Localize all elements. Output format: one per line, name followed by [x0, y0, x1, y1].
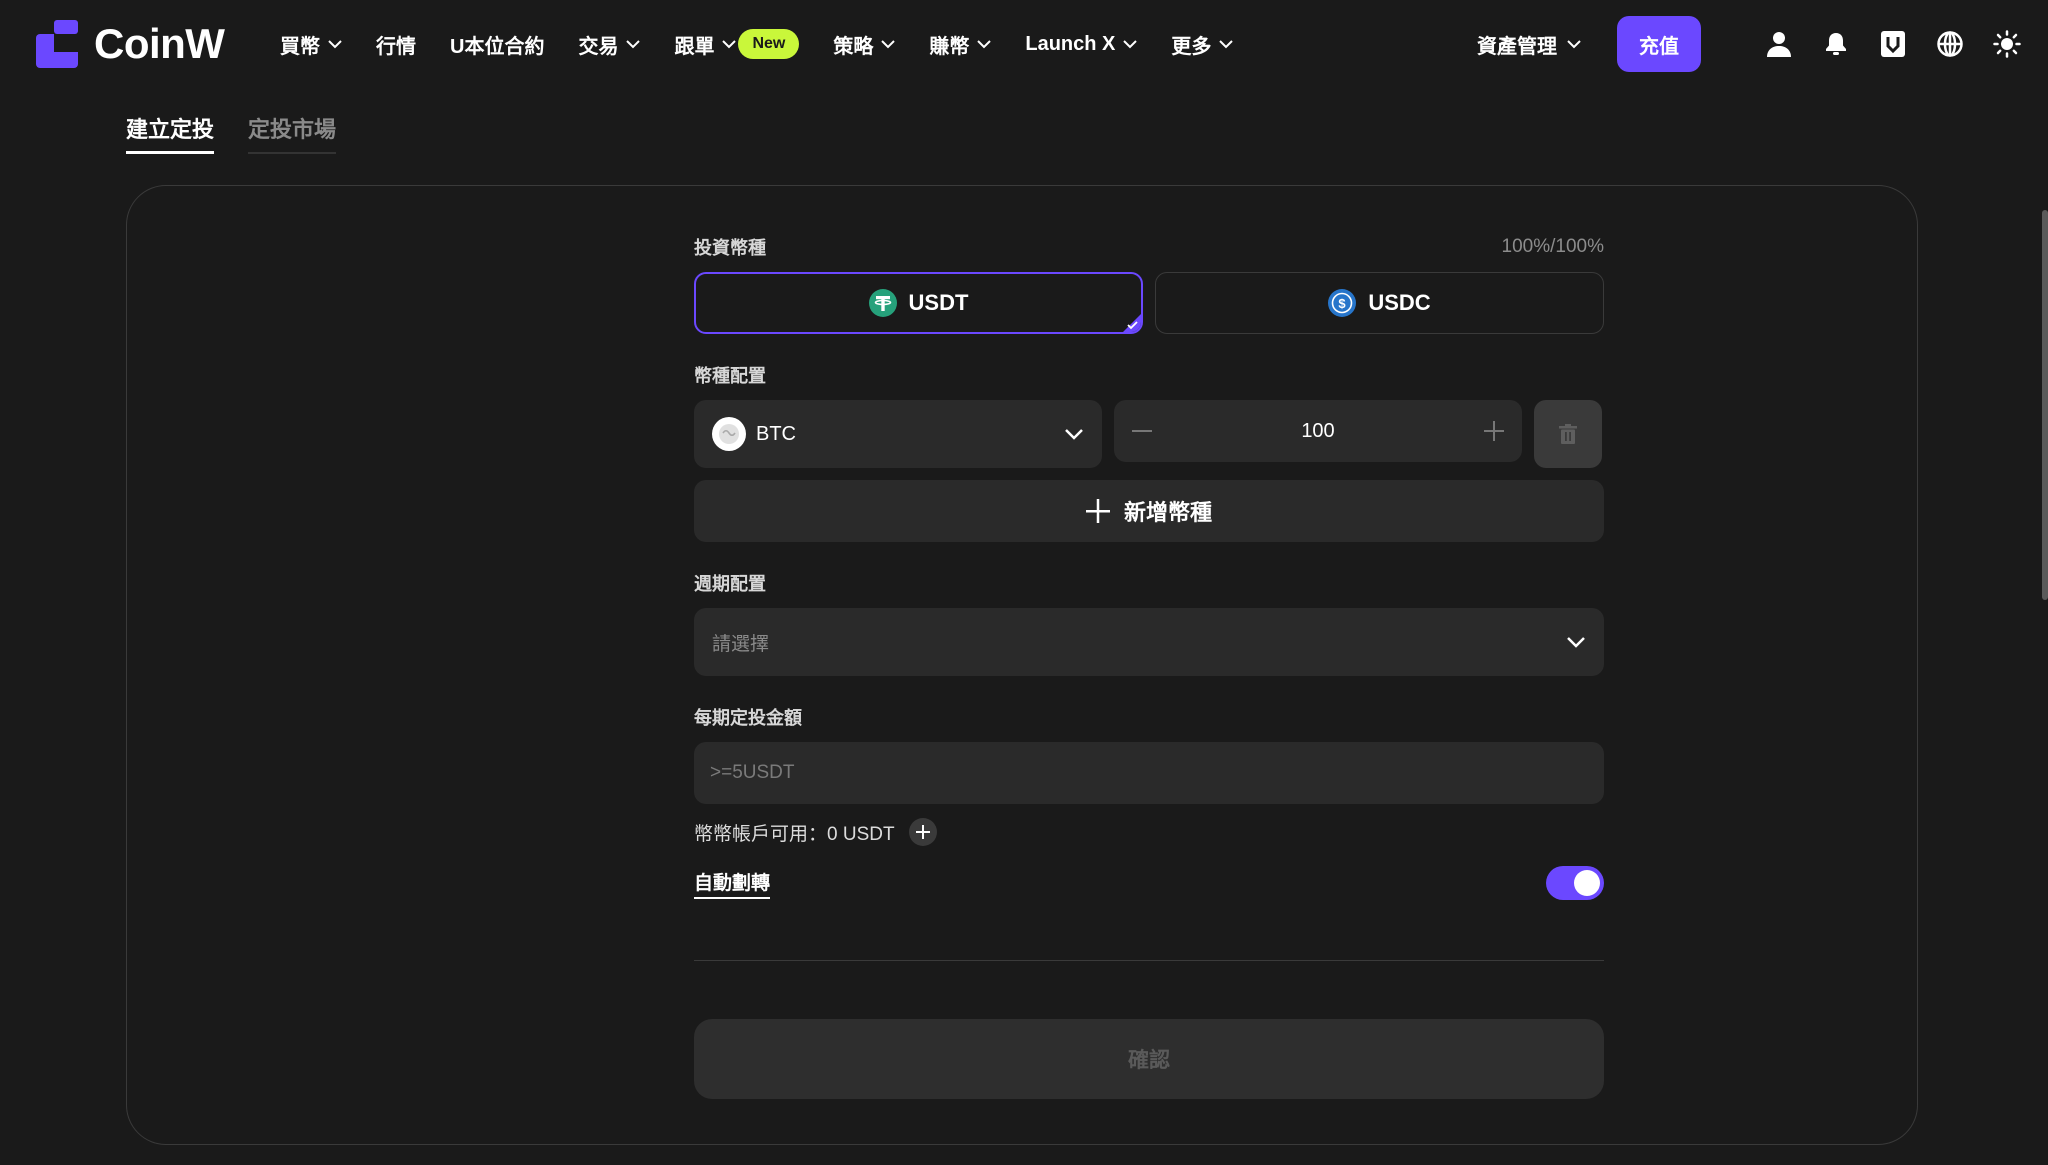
nav-label: 跟單: [674, 35, 715, 58]
auto-invest-form: 投資幣種 100%/100% USDT $ USDC 幣種配置 BTC 100 …: [694, 234, 1604, 1099]
auto-transfer-row: 自動劃轉: [694, 866, 1604, 900]
minus-icon: [1132, 430, 1152, 432]
nav-label: 買幣: [280, 35, 320, 58]
chevron-down-icon: [722, 39, 737, 48]
amount-label: 每期定投金額: [694, 708, 802, 728]
form-divider: [694, 960, 1604, 961]
available-balance-row: 幣幣帳戶可用：0 USDT: [694, 818, 1604, 846]
nav-item-trade[interactable]: 交易: [578, 30, 641, 59]
coinw-logo[interactable]: CoinW: [36, 20, 225, 68]
sun-icon[interactable]: [1992, 29, 2022, 59]
plus-icon: [1484, 421, 1504, 441]
nav-label: 交易: [578, 35, 619, 58]
auto-transfer-toggle[interactable]: [1546, 866, 1604, 900]
auto-invest-panel: 投資幣種 100%/100% USDT $ USDC 幣種配置 BTC 100 …: [126, 185, 1918, 1145]
nav-label: 賺幣: [929, 35, 970, 58]
add-coin-button[interactable]: 新增幣種: [694, 480, 1604, 542]
chevron-down-icon: [1123, 39, 1138, 48]
chevron-down-icon: [1219, 39, 1234, 48]
allocation-stepper: 100: [1114, 400, 1522, 462]
chevron-down-icon: [881, 39, 896, 48]
period-select[interactable]: 請選擇: [694, 608, 1604, 676]
trash-icon: [1559, 424, 1577, 444]
scrollbar-thumb[interactable]: [2042, 210, 2048, 600]
allocation-value[interactable]: 100: [1154, 420, 1482, 443]
chevron-down-icon: [1065, 429, 1083, 440]
nav-item-copy-trading[interactable]: 跟單 New: [674, 29, 800, 59]
decrement-button[interactable]: [1130, 419, 1154, 443]
subtabs: 建立定投 定投市場: [126, 112, 370, 154]
delete-coin-button[interactable]: [1534, 400, 1602, 468]
bell-icon[interactable]: [1821, 29, 1851, 59]
svg-text:$: $: [1339, 296, 1347, 311]
tab-plan-market[interactable]: 定投市場: [248, 112, 337, 154]
nav-item-buy-crypto[interactable]: 買幣: [280, 30, 342, 59]
usdt-icon: [868, 289, 897, 317]
allocation-label: 幣種配置: [694, 366, 766, 386]
auto-transfer-label[interactable]: 自動劃轉: [694, 868, 771, 899]
header-actions: 資產管理 充值: [1477, 16, 2022, 72]
nav-label: 策略: [833, 35, 874, 58]
coin-select[interactable]: BTC: [694, 400, 1102, 468]
period-label: 週期配置: [694, 574, 766, 594]
available-balance: 幣幣帳戶可用：0 USDT: [694, 823, 895, 845]
currency-option-label: USDC: [1368, 290, 1431, 315]
currency-option-usdc[interactable]: $ USDC: [1155, 272, 1604, 334]
currency-option-usdt[interactable]: USDT: [694, 272, 1143, 334]
toggle-knob: [1574, 870, 1600, 896]
page-scrollbar[interactable]: [2042, 0, 2048, 1165]
nav-item-earn[interactable]: 賺幣: [929, 30, 992, 59]
nav-label: Launch X: [1025, 32, 1116, 55]
nav-item-strategy[interactable]: 策略: [833, 30, 896, 59]
top-navbar: CoinW 買幣 行情 U本位合約 交易 跟單 New 策略 賺幣 Launch…: [0, 0, 2048, 88]
asset-management-menu[interactable]: 資產管理: [1477, 30, 1581, 59]
download-icon[interactable]: [1878, 29, 1908, 59]
add-coin-label: 新增幣種: [1123, 500, 1212, 525]
coinw-logo-icon: [36, 20, 78, 68]
selected-coin: BTC: [756, 422, 796, 445]
tab-create-plan[interactable]: 建立定投: [126, 112, 215, 154]
invest-currency-label: 投資幣種: [694, 238, 766, 258]
increment-button[interactable]: [1482, 419, 1506, 443]
brand-name: CoinW: [94, 20, 225, 67]
allocation-row: BTC 100: [694, 400, 1604, 468]
nav-item-usdt-futures[interactable]: U本位合約: [450, 30, 544, 59]
user-icon[interactable]: [1764, 29, 1794, 59]
deposit-button[interactable]: 充值: [1617, 16, 1701, 72]
amount-input[interactable]: [694, 742, 1604, 804]
chevron-down-icon: [328, 39, 342, 48]
chevron-down-icon: [977, 39, 992, 48]
btc-icon: [712, 417, 746, 451]
new-badge: New: [738, 29, 800, 59]
invest-currency-options: USDT $ USDC: [694, 272, 1604, 334]
chevron-down-icon: [1567, 39, 1581, 48]
nav-label: 行情: [376, 35, 416, 58]
invest-currency-header: 投資幣種 100%/100%: [694, 234, 1604, 260]
chevron-down-icon: [1567, 637, 1585, 648]
asset-management-label: 資產管理: [1477, 35, 1557, 58]
confirm-button[interactable]: 確認: [694, 1019, 1604, 1099]
nav-label: 更多: [1171, 35, 1212, 58]
plus-icon: [915, 825, 930, 839]
nav-label: U本位合約: [450, 35, 545, 58]
chevron-down-icon: [626, 39, 641, 48]
nav-item-markets[interactable]: 行情: [376, 30, 416, 59]
currency-option-label: USDT: [908, 290, 969, 315]
usdc-icon: $: [1328, 289, 1357, 317]
main-nav: 買幣 行情 U本位合約 交易 跟單 New 策略 賺幣 Launch X 更多: [280, 24, 1267, 64]
nav-item-more[interactable]: 更多: [1171, 30, 1234, 59]
period-placeholder: 請選擇: [712, 633, 770, 655]
globe-icon[interactable]: [1935, 29, 1965, 59]
selected-check-icon: [1123, 314, 1141, 332]
plus-icon: [1085, 499, 1110, 523]
nav-item-launch-x[interactable]: Launch X: [1025, 32, 1138, 56]
transfer-button[interactable]: [908, 818, 937, 846]
allocation-ratio: 100%/100%: [1501, 236, 1604, 257]
